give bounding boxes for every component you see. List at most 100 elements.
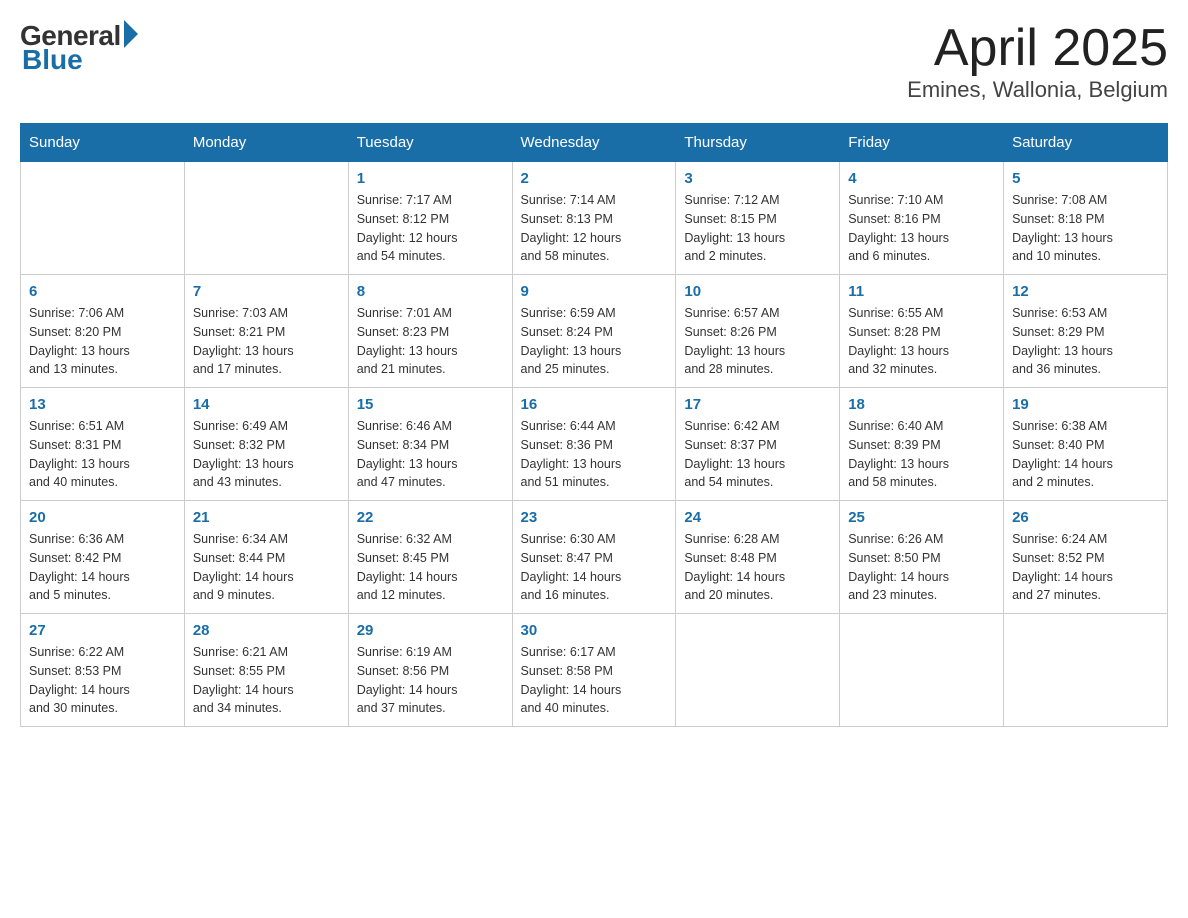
day-number: 6 <box>29 283 176 300</box>
day-info: Sunrise: 7:08 AMSunset: 8:18 PMDaylight:… <box>1012 191 1159 266</box>
calendar-week-1: 1 Sunrise: 7:17 AMSunset: 8:12 PMDaylight… <box>21 162 1168 275</box>
calendar-cell: 29Sunrise: 6:19 AMSunset: 8:56 PMDayligh… <box>348 614 512 727</box>
day-number: 15 <box>357 396 504 413</box>
day-info: Sunrise: 6:49 AMSunset: 8:32 PMDaylight:… <box>193 417 340 492</box>
header-day-friday: Friday <box>840 124 1004 162</box>
calendar-cell: 4 Sunrise: 7:10 AMSunset: 8:16 PMDaylight… <box>840 162 1004 275</box>
header-day-saturday: Saturday <box>1004 124 1168 162</box>
day-number: 30 <box>521 622 668 639</box>
calendar-cell <box>840 614 1004 727</box>
header-day-wednesday: Wednesday <box>512 124 676 162</box>
day-number: 16 <box>521 396 668 413</box>
day-number: 1 <box>357 170 504 187</box>
title-section: April 2025 Emines, Wallonia, Belgium <box>907 20 1168 103</box>
day-info: Sunrise: 7:03 AMSunset: 8:21 PMDaylight:… <box>193 304 340 379</box>
calendar-cell: 10Sunrise: 6:57 AMSunset: 8:26 PMDayligh… <box>676 275 840 388</box>
calendar-cell: 27Sunrise: 6:22 AMSunset: 8:53 PMDayligh… <box>21 614 185 727</box>
day-number: 8 <box>357 283 504 300</box>
day-info: Sunrise: 6:21 AMSunset: 8:55 PMDaylight:… <box>193 643 340 718</box>
calendar-cell: 12 Sunrise: 6:53 AMSunset: 8:29 PMDayligh… <box>1004 275 1168 388</box>
calendar-cell: 25Sunrise: 6:26 AMSunset: 8:50 PMDayligh… <box>840 501 1004 614</box>
day-number: 28 <box>193 622 340 639</box>
day-info: Sunrise: 6:46 AMSunset: 8:34 PMDaylight:… <box>357 417 504 492</box>
day-number: 7 <box>193 283 340 300</box>
logo: General Blue <box>20 20 138 76</box>
day-info: Sunrise: 7:01 AMSunset: 8:23 PMDaylight:… <box>357 304 504 379</box>
header-day-tuesday: Tuesday <box>348 124 512 162</box>
day-info: Sunrise: 6:44 AMSunset: 8:36 PMDaylight:… <box>521 417 668 492</box>
header-day-thursday: Thursday <box>676 124 840 162</box>
day-number: 23 <box>521 509 668 526</box>
day-number: 21 <box>193 509 340 526</box>
day-info: Sunrise: 7:17 AMSunset: 8:12 PMDaylight:… <box>357 191 504 266</box>
calendar-cell: 26 Sunrise: 6:24 AMSunset: 8:52 PMDayligh… <box>1004 501 1168 614</box>
calendar-week-5: 27Sunrise: 6:22 AMSunset: 8:53 PMDayligh… <box>21 614 1168 727</box>
day-info: Sunrise: 6:40 AMSunset: 8:39 PMDaylight:… <box>848 417 995 492</box>
day-number: 12 <box>1012 283 1159 300</box>
calendar-cell: 9 Sunrise: 6:59 AMSunset: 8:24 PMDaylight… <box>512 275 676 388</box>
calendar-cell: 21 Sunrise: 6:34 AMSunset: 8:44 PMDayligh… <box>184 501 348 614</box>
day-number: 4 <box>848 170 995 187</box>
day-info: Sunrise: 6:59 AMSunset: 8:24 PMDaylight:… <box>521 304 668 379</box>
logo-blue-text: Blue <box>22 44 83 76</box>
day-number: 25 <box>848 509 995 526</box>
day-info: Sunrise: 7:06 AMSunset: 8:20 PMDaylight:… <box>29 304 176 379</box>
day-info: Sunrise: 7:12 AMSunset: 8:15 PMDaylight:… <box>684 191 831 266</box>
calendar-week-4: 20Sunrise: 6:36 AMSunset: 8:42 PMDayligh… <box>21 501 1168 614</box>
calendar-cell <box>676 614 840 727</box>
calendar-cell: 24 Sunrise: 6:28 AMSunset: 8:48 PMDayligh… <box>676 501 840 614</box>
day-info: Sunrise: 6:24 AMSunset: 8:52 PMDaylight:… <box>1012 530 1159 605</box>
day-number: 14 <box>193 396 340 413</box>
day-info: Sunrise: 6:34 AMSunset: 8:44 PMDaylight:… <box>193 530 340 605</box>
calendar-cell: 15 Sunrise: 6:46 AMSunset: 8:34 PMDayligh… <box>348 388 512 501</box>
page-header: General Blue April 2025 Emines, Wallonia… <box>20 20 1168 103</box>
calendar-cell <box>21 162 185 275</box>
page-title: April 2025 <box>907 20 1168 77</box>
day-info: Sunrise: 6:53 AMSunset: 8:29 PMDaylight:… <box>1012 304 1159 379</box>
calendar-cell: 16 Sunrise: 6:44 AMSunset: 8:36 PMDayligh… <box>512 388 676 501</box>
calendar-week-3: 13 Sunrise: 6:51 AMSunset: 8:31 PMDayligh… <box>21 388 1168 501</box>
calendar-cell <box>1004 614 1168 727</box>
calendar-cell: 11Sunrise: 6:55 AMSunset: 8:28 PMDayligh… <box>840 275 1004 388</box>
day-info: Sunrise: 6:57 AMSunset: 8:26 PMDaylight:… <box>684 304 831 379</box>
calendar-cell: 20Sunrise: 6:36 AMSunset: 8:42 PMDayligh… <box>21 501 185 614</box>
calendar-header: SundayMondayTuesdayWednesdayThursdayFrid… <box>21 124 1168 162</box>
day-info: Sunrise: 6:32 AMSunset: 8:45 PMDaylight:… <box>357 530 504 605</box>
calendar-cell: 17Sunrise: 6:42 AMSunset: 8:37 PMDayligh… <box>676 388 840 501</box>
day-number: 9 <box>521 283 668 300</box>
day-number: 3 <box>684 170 831 187</box>
header-row: SundayMondayTuesdayWednesdayThursdayFrid… <box>21 124 1168 162</box>
calendar-cell: 30Sunrise: 6:17 AMSunset: 8:58 PMDayligh… <box>512 614 676 727</box>
day-info: Sunrise: 6:51 AMSunset: 8:31 PMDaylight:… <box>29 417 176 492</box>
day-info: Sunrise: 6:30 AMSunset: 8:47 PMDaylight:… <box>521 530 668 605</box>
day-number: 27 <box>29 622 176 639</box>
calendar-week-2: 6 Sunrise: 7:06 AMSunset: 8:20 PMDaylight… <box>21 275 1168 388</box>
day-number: 26 <box>1012 509 1159 526</box>
day-number: 2 <box>521 170 668 187</box>
calendar-cell: 14 Sunrise: 6:49 AMSunset: 8:32 PMDayligh… <box>184 388 348 501</box>
day-number: 11 <box>848 283 995 300</box>
calendar-cell: 13 Sunrise: 6:51 AMSunset: 8:31 PMDayligh… <box>21 388 185 501</box>
day-info: Sunrise: 7:14 AMSunset: 8:13 PMDaylight:… <box>521 191 668 266</box>
calendar-cell: 19Sunrise: 6:38 AMSunset: 8:40 PMDayligh… <box>1004 388 1168 501</box>
day-info: Sunrise: 6:36 AMSunset: 8:42 PMDaylight:… <box>29 530 176 605</box>
day-number: 18 <box>848 396 995 413</box>
calendar-cell: 6 Sunrise: 7:06 AMSunset: 8:20 PMDaylight… <box>21 275 185 388</box>
calendar-body: 1 Sunrise: 7:17 AMSunset: 8:12 PMDaylight… <box>21 162 1168 727</box>
logo-triangle-icon <box>124 20 138 48</box>
header-day-sunday: Sunday <box>21 124 185 162</box>
calendar-cell: 23 Sunrise: 6:30 AMSunset: 8:47 PMDayligh… <box>512 501 676 614</box>
calendar-cell: 22Sunrise: 6:32 AMSunset: 8:45 PMDayligh… <box>348 501 512 614</box>
calendar-cell: 18 Sunrise: 6:40 AMSunset: 8:39 PMDayligh… <box>840 388 1004 501</box>
calendar-cell: 2 Sunrise: 7:14 AMSunset: 8:13 PMDaylight… <box>512 162 676 275</box>
calendar-cell: 8 Sunrise: 7:01 AMSunset: 8:23 PMDaylight… <box>348 275 512 388</box>
day-number: 24 <box>684 509 831 526</box>
day-info: Sunrise: 6:42 AMSunset: 8:37 PMDaylight:… <box>684 417 831 492</box>
day-number: 13 <box>29 396 176 413</box>
calendar-cell: 28 Sunrise: 6:21 AMSunset: 8:55 PMDayligh… <box>184 614 348 727</box>
calendar-cell: 1 Sunrise: 7:17 AMSunset: 8:12 PMDaylight… <box>348 162 512 275</box>
calendar-cell: 7 Sunrise: 7:03 AMSunset: 8:21 PMDaylight… <box>184 275 348 388</box>
calendar-cell <box>184 162 348 275</box>
day-info: Sunrise: 6:28 AMSunset: 8:48 PMDaylight:… <box>684 530 831 605</box>
day-info: Sunrise: 7:10 AMSunset: 8:16 PMDaylight:… <box>848 191 995 266</box>
